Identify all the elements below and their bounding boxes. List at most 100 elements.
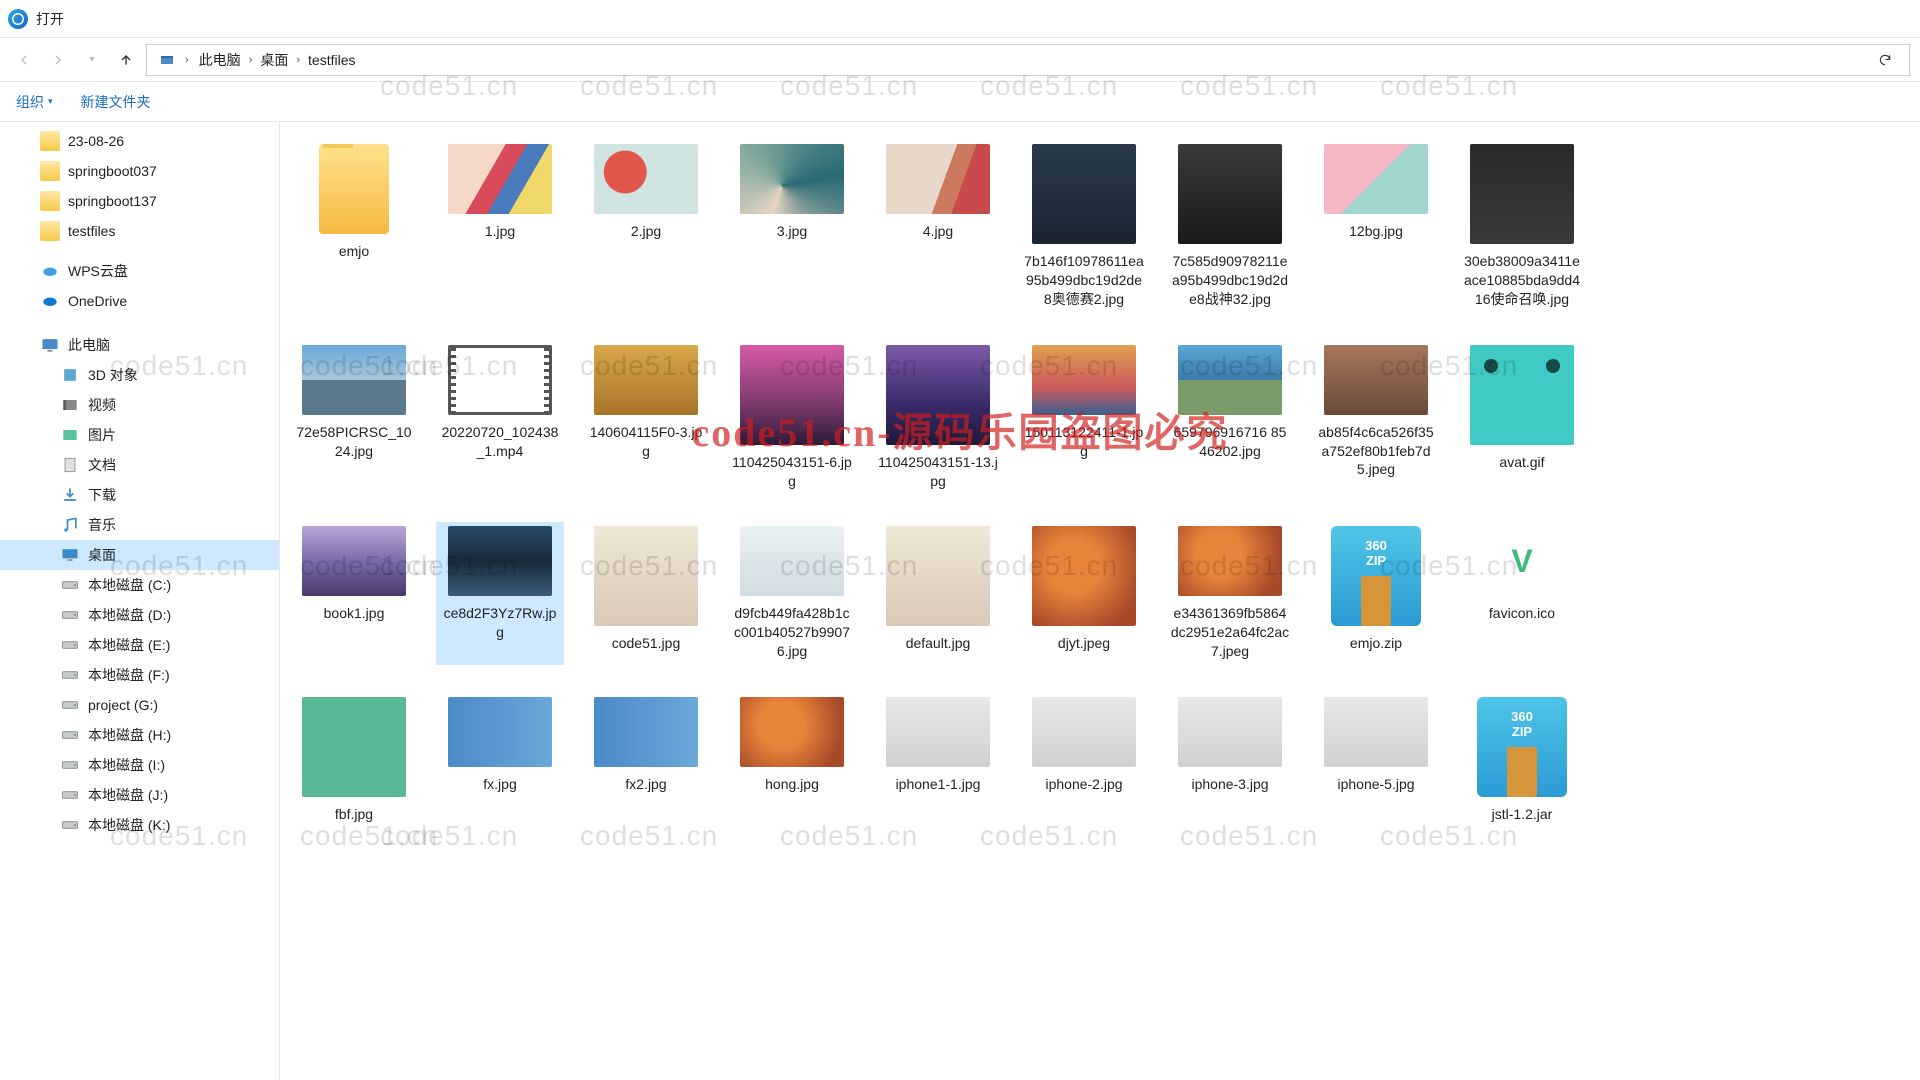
breadcrumb-seg[interactable]: 桌面 bbox=[254, 48, 294, 72]
window-title: 打开 bbox=[36, 9, 64, 29]
forward-button[interactable] bbox=[44, 46, 72, 74]
breadcrumb-seg[interactable]: 此电脑 bbox=[193, 48, 247, 72]
file-item[interactable]: 4.jpg bbox=[874, 140, 1002, 313]
file-item[interactable]: 140604115F0-3.jpg bbox=[582, 341, 710, 495]
file-item[interactable]: iphone1-1.jpg bbox=[874, 693, 1002, 828]
tree-item-label: 本地磁盘 (J:) bbox=[88, 785, 168, 805]
file-item[interactable]: iphone-2.jpg bbox=[1020, 693, 1148, 828]
file-item[interactable]: d9fcb449fa428b1cc001b40527b99076.jpg bbox=[728, 522, 856, 665]
sidebar-drive[interactable]: 本地磁盘 (E:) bbox=[0, 630, 279, 660]
file-name: hong.jpg bbox=[765, 775, 819, 794]
sidebar-recent-folder[interactable]: 23-08-26 bbox=[0, 126, 279, 156]
file-item[interactable]: djyt.jpeg bbox=[1020, 522, 1148, 665]
recent-dropdown[interactable]: ▾ bbox=[78, 46, 106, 74]
sidebar-cloud-wps[interactable]: WPS云盘 bbox=[0, 256, 279, 286]
title-bar: 打开 bbox=[0, 0, 1920, 38]
file-item[interactable]: 12bg.jpg bbox=[1312, 140, 1440, 313]
file-item[interactable]: 20220720_102438_1.mp4 bbox=[436, 341, 564, 495]
address-bar[interactable]: › 此电脑›桌面›testfiles bbox=[146, 44, 1910, 76]
drive-icon bbox=[60, 665, 80, 685]
file-item[interactable]: fx2.jpg bbox=[582, 693, 710, 828]
sidebar-drive[interactable]: 本地磁盘 (J:) bbox=[0, 780, 279, 810]
sidebar-item-3d[interactable]: 3D 对象 bbox=[0, 360, 279, 390]
file-item[interactable]: 1.jpg bbox=[436, 140, 564, 313]
file-item[interactable]: fbf.jpg bbox=[290, 693, 418, 828]
file-item[interactable]: fx.jpg bbox=[436, 693, 564, 828]
file-thumbnail bbox=[1032, 697, 1136, 767]
sidebar-cloud-onedrive[interactable]: OneDrive bbox=[0, 286, 279, 316]
file-item[interactable]: 7c585d90978211ea95b499dbc19d2de8战神32.jpg bbox=[1166, 140, 1294, 313]
file-item[interactable]: code51.jpg bbox=[582, 522, 710, 665]
file-item[interactable]: 360 ZIPemjo.zip bbox=[1312, 522, 1440, 665]
file-item[interactable]: 30eb38009a3411eace10885bda9dd416使命召唤.jpg bbox=[1458, 140, 1586, 313]
file-name: iphone-5.jpg bbox=[1337, 775, 1414, 794]
file-name: 7c585d90978211ea95b499dbc19d2de8战神32.jpg bbox=[1170, 252, 1290, 309]
file-item[interactable]: book1.jpg bbox=[290, 522, 418, 665]
file-item[interactable]: 110425043151-13.jpg bbox=[874, 341, 1002, 495]
file-thumbnail: 360 ZIP bbox=[1331, 526, 1421, 626]
file-thumbnail bbox=[594, 526, 698, 626]
tree-item-label: 本地磁盘 (F:) bbox=[88, 665, 170, 685]
file-item[interactable]: ce8d2F3Yz7Rw.jpg bbox=[436, 522, 564, 665]
file-item[interactable]: favicon.ico bbox=[1458, 522, 1586, 665]
file-name: ce8d2F3Yz7Rw.jpg bbox=[440, 604, 560, 642]
3d-icon bbox=[60, 365, 80, 385]
tree-item-label: 本地磁盘 (D:) bbox=[88, 605, 171, 625]
file-item[interactable]: iphone-3.jpg bbox=[1166, 693, 1294, 828]
app-icon bbox=[8, 9, 28, 29]
file-item[interactable]: iphone-5.jpg bbox=[1312, 693, 1440, 828]
new-folder-button[interactable]: 新建文件夹 bbox=[81, 92, 151, 112]
file-item[interactable]: 360 ZIPjstl-1.2.jar bbox=[1458, 693, 1586, 828]
file-item[interactable]: 72e58PICRSC_1024.jpg bbox=[290, 341, 418, 495]
sidebar-item-video[interactable]: 视频 bbox=[0, 390, 279, 420]
sidebar-this-pc[interactable]: 此电脑 bbox=[0, 330, 279, 360]
file-item[interactable]: hong.jpg bbox=[728, 693, 856, 828]
file-item[interactable]: 7b146f10978611ea95b499dbc19d2de8奥德赛2.jpg bbox=[1020, 140, 1148, 313]
sidebar-item-desktop[interactable]: 桌面 bbox=[0, 540, 279, 570]
file-item[interactable]: emjo bbox=[290, 140, 418, 313]
video-icon bbox=[60, 395, 80, 415]
file-thumbnail bbox=[594, 697, 698, 767]
nav-row: ▾ › 此电脑›桌面›testfiles bbox=[0, 38, 1920, 82]
path-root-icon[interactable] bbox=[153, 50, 181, 70]
file-name: e34361369fb5864dc2951e2a64fc2ac7.jpeg bbox=[1170, 604, 1290, 661]
sidebar-drive[interactable]: 本地磁盘 (C:) bbox=[0, 570, 279, 600]
file-pane[interactable]: emjo1.jpg2.jpg3.jpg 4.jpg 7b146f10978611ea… bbox=[280, 122, 1920, 1080]
file-name: fx2.jpg bbox=[625, 775, 666, 794]
sidebar-item-music[interactable]: 音乐 bbox=[0, 510, 279, 540]
tree-item-label: 本地磁盘 (H:) bbox=[88, 725, 171, 745]
breadcrumb-seg[interactable]: testfiles bbox=[302, 50, 361, 70]
file-item[interactable]: 2.jpg bbox=[582, 140, 710, 313]
sidebar-drive[interactable]: 本地磁盘 (H:) bbox=[0, 720, 279, 750]
chevron-right-icon: › bbox=[294, 54, 302, 66]
organize-button[interactable]: 组织▾ bbox=[16, 92, 53, 112]
sidebar-drive[interactable]: 本地磁盘 (D:) bbox=[0, 600, 279, 630]
file-item[interactable]: 3.jpg bbox=[728, 140, 856, 313]
file-name: 30eb38009a3411eace10885bda9dd416使命召唤.jpg bbox=[1462, 252, 1582, 309]
up-button[interactable] bbox=[112, 46, 140, 74]
file-item[interactable]: avat.gif bbox=[1458, 341, 1586, 495]
sidebar-drive[interactable]: 本地磁盘 (K:) bbox=[0, 810, 279, 840]
sidebar-drive[interactable]: 本地磁盘 (F:) bbox=[0, 660, 279, 690]
sidebar-item-pictures[interactable]: 图片 bbox=[0, 420, 279, 450]
sidebar-recent-folder[interactable]: springboot037 bbox=[0, 156, 279, 186]
back-button[interactable] bbox=[10, 46, 38, 74]
sidebar-drive[interactable]: 本地磁盘 (I:) bbox=[0, 750, 279, 780]
file-item[interactable]: default.jpg bbox=[874, 522, 1002, 665]
file-thumbnail bbox=[1324, 345, 1428, 415]
sidebar-item-downloads[interactable]: 下载 bbox=[0, 480, 279, 510]
sidebar-item-docs[interactable]: 文档 bbox=[0, 450, 279, 480]
file-name: 4.jpg bbox=[923, 222, 953, 241]
refresh-button[interactable] bbox=[1867, 53, 1903, 67]
file-thumbnail bbox=[302, 526, 406, 596]
file-item[interactable]: e34361369fb5864dc2951e2a64fc2ac7.jpeg bbox=[1166, 522, 1294, 665]
file-thumbnail bbox=[1324, 697, 1428, 767]
file-item[interactable]: 659796916716 8546202.jpg bbox=[1166, 341, 1294, 495]
sidebar-drive[interactable]: project (G:) bbox=[0, 690, 279, 720]
file-item[interactable]: 110425043151-6.jpg bbox=[728, 341, 856, 495]
sidebar-recent-folder[interactable]: springboot137 bbox=[0, 186, 279, 216]
tree-item-label: 桌面 bbox=[88, 545, 116, 565]
file-item[interactable]: ab85f4c6ca526f35a752ef80b1feb7d5.jpeg bbox=[1312, 341, 1440, 495]
sidebar-recent-folder[interactable]: testfiles bbox=[0, 216, 279, 246]
file-item[interactable]: 150113122411-1.jpg bbox=[1020, 341, 1148, 495]
